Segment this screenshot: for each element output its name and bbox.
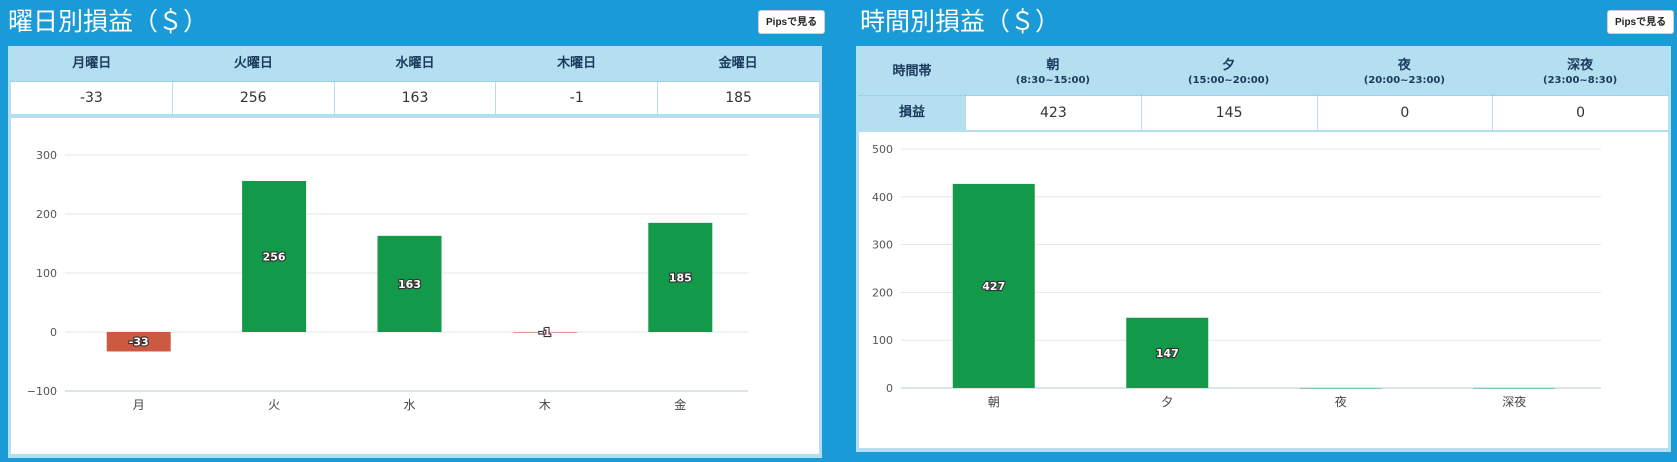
time-ytick-label: 400 (872, 191, 893, 204)
time-header-morning: 朝 (8:30~15:00) (965, 46, 1141, 96)
weekday-xtick-label: 月 (133, 398, 145, 412)
weekday-pl-body: 月曜日 火曜日 水曜日 木曜日 金曜日 -33 256 163 -1 185 −… (8, 46, 822, 458)
weekday-ytick-label: 100 (36, 267, 57, 280)
weekday-value-thu: -1 (496, 82, 659, 114)
weekday-value-mon: -33 (11, 82, 173, 114)
weekday-value-fri: 185 (725, 90, 752, 106)
time-value-evening: 145 (1142, 96, 1318, 130)
time-header-evening-name: 夕 (1222, 58, 1236, 73)
time-bar (1299, 388, 1382, 389)
time-header-latenight: 深夜 (23:00~8:30) (1492, 46, 1668, 96)
time-pl-panel: 時間別損益（＄） Pipsで見る 時間帯 朝 (8:30~15:00) 夕 (1… (852, 0, 1677, 462)
weekday-value-tue: 256 (173, 82, 335, 114)
weekday-value-wed: 163 (335, 82, 497, 114)
weekday-bar-chart: −100 0 100 200 300 -33 月 256 火 163 水 -1 木 185 金 (27, 149, 748, 412)
time-data-label: 147 (1156, 347, 1179, 360)
time-pl-body: 時間帯 朝 (8:30~15:00) 夕 (15:00~20:00) 夜 (20… (856, 46, 1671, 452)
time-header-night-range: (20:00~23:00) (1363, 75, 1445, 86)
time-ytick-label: 200 (872, 286, 893, 299)
weekday-xtick-label: 火 (268, 398, 280, 412)
time-xtick-label: 夕 (1161, 395, 1173, 409)
time-chart: 0 100 200 300 400 500 427 朝 147 夕 夜 深夜 (859, 132, 1668, 448)
time-bar-chart: 0 100 200 300 400 500 427 朝 147 夕 夜 深夜 (872, 143, 1601, 409)
weekday-header-thu: 木曜日 (495, 46, 658, 82)
time-xtick-label: 朝 (988, 395, 1000, 409)
time-header-row: 時間帯 朝 (8:30~15:00) 夕 (15:00~20:00) 夜 (20… (859, 46, 1668, 96)
weekday-value-row: -33 256 163 -1 185 (11, 82, 819, 114)
weekday-data-label: 163 (398, 278, 421, 291)
weekday-xtick-label: 木 (539, 398, 551, 412)
weekday-data-label: -33 (129, 336, 149, 349)
time-header-morning-range: (8:30~15:00) (1015, 75, 1090, 86)
time-ytick-label: 0 (886, 382, 893, 395)
time-header-night-name: 夜 (1397, 58, 1411, 73)
time-header-label: 時間帯 (859, 46, 965, 96)
time-pl-title: 時間別損益（＄） (860, 7, 1061, 36)
time-data-label: 427 (982, 280, 1005, 293)
weekday-header-fri: 金曜日 (657, 46, 819, 82)
time-ytick-label: 100 (872, 334, 893, 347)
time-value-morning: 423 (966, 96, 1142, 130)
weekday-ytick-label: 0 (50, 326, 57, 339)
time-ytick-label: 300 (872, 239, 893, 252)
time-header-night: 夜 (20:00~23:00) (1316, 46, 1493, 96)
time-header-evening: 夕 (15:00~20:00) (1140, 46, 1317, 96)
time-header-morning-name: 朝 (1046, 58, 1060, 73)
time-value-label: 損益 (859, 96, 966, 130)
time-pips-button[interactable]: Pipsで見る (1607, 10, 1675, 34)
time-value-night: 0 (1318, 96, 1494, 130)
weekday-data-label: -1 (539, 326, 551, 339)
time-value-row: 損益 423 145 0 0 (859, 96, 1668, 130)
weekday-pl-title: 曜日別損益（＄） (8, 7, 209, 36)
weekday-header-mon: 月曜日 (11, 46, 173, 82)
weekday-header-row: 月曜日 火曜日 水曜日 木曜日 金曜日 (11, 46, 819, 82)
weekday-data-label: 256 (263, 250, 286, 263)
weekday-header-tue: 火曜日 (172, 46, 335, 82)
weekday-pl-panel: 曜日別損益（＄） Pipsで見る 月曜日 火曜日 水曜日 木曜日 金曜日 -33… (0, 0, 828, 462)
weekday-pips-button[interactable]: Pipsで見る (758, 10, 826, 34)
weekday-ytick-label: 200 (36, 208, 57, 221)
time-xtick-label: 夜 (1335, 394, 1347, 409)
time-bar (1473, 388, 1556, 389)
weekday-xtick-label: 金 (674, 397, 686, 412)
weekday-ytick-label: −100 (27, 385, 57, 398)
time-value-latenight: 0 (1576, 105, 1586, 121)
time-xtick-label: 深夜 (1502, 394, 1526, 409)
time-ytick-label: 500 (872, 143, 893, 156)
time-header-latenight-name: 深夜 (1567, 58, 1594, 73)
time-header-latenight-range: (23:00~8:30) (1543, 75, 1618, 86)
weekday-data-label: 185 (669, 271, 692, 284)
weekday-ytick-label: 300 (36, 149, 57, 162)
time-header-evening-range: (15:00~20:00) (1188, 75, 1270, 86)
weekday-chart: −100 0 100 200 300 -33 月 256 火 163 水 -1 木 185 金 (11, 118, 819, 454)
weekday-header-wed: 水曜日 (334, 46, 496, 82)
weekday-xtick-label: 水 (403, 398, 415, 412)
